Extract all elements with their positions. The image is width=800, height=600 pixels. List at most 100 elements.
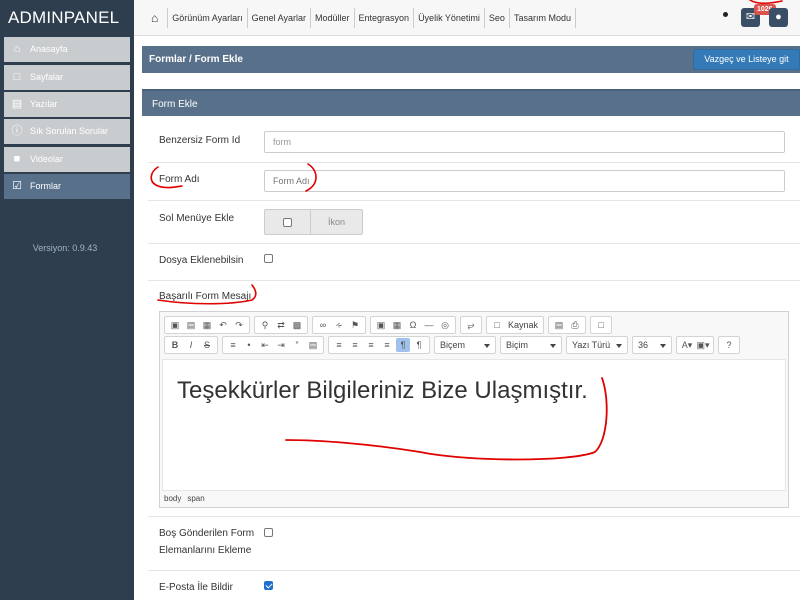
sidebar-item-label: Sık Sorulan Sorular: [30, 126, 109, 136]
editor-content-text: Teşekkürler Bilgileriniz Bize Ulaşmıştır…: [177, 377, 588, 404]
row-divider: [148, 516, 800, 517]
side-menu-checkbox-wrap: [265, 210, 311, 234]
brand-logo[interactable]: ADMINPANEL: [0, 0, 134, 61]
file-upload-checkbox[interactable]: [264, 254, 273, 263]
path-body[interactable]: body: [164, 494, 181, 503]
paste-word-icon[interactable]: ▦: [200, 318, 214, 332]
basic-styles-group: B I S: [164, 336, 218, 354]
home-icon: ⌂: [13, 43, 21, 55]
row-divider: [148, 570, 800, 571]
image-icon[interactable]: ▣: [374, 318, 388, 332]
path-span[interactable]: span: [187, 494, 204, 503]
sidebar-item-faq[interactable]: ⓘ Sık Sorulan Sorular: [4, 119, 130, 144]
print-icon[interactable]: ⎙: [568, 318, 582, 332]
file-upload-label: Dosya Eklenebilsin: [159, 255, 244, 266]
numbered-list-icon[interactable]: ≡: [226, 338, 240, 352]
horizontal-line-icon[interactable]: —: [422, 318, 436, 332]
text-color-icon[interactable]: A▾: [680, 338, 694, 352]
paste-icon[interactable]: ▣: [168, 318, 182, 332]
replace-icon[interactable]: ⇄: [274, 318, 288, 332]
preview-icon[interactable]: ▤: [552, 318, 566, 332]
sidebar-item-label: Videolar: [30, 154, 63, 164]
help-icon[interactable]: ?: [722, 338, 736, 352]
cancel-button[interactable]: Vazgeç ve Listeye git: [693, 49, 800, 70]
sidebar-item-label: Yazılar: [30, 99, 58, 109]
find-icon[interactable]: ⚲: [258, 318, 272, 332]
paste-text-icon[interactable]: ▤: [184, 318, 198, 332]
outdent-icon[interactable]: ⇤: [258, 338, 272, 352]
checkbox-icon: ☑: [12, 180, 22, 192]
select-all-icon[interactable]: ▩: [290, 318, 304, 332]
blockquote-icon[interactable]: ”: [290, 338, 304, 352]
sidebar-item-posts[interactable]: ▤ Yazılar: [4, 92, 130, 117]
nav-item-modules[interactable]: Modüller: [311, 8, 355, 28]
nav-item-seo[interactable]: Seo: [485, 8, 510, 28]
font-select[interactable]: Yazı Türü: [566, 336, 628, 354]
status-dot: [723, 12, 728, 17]
source-button[interactable]: Kaynak: [505, 320, 541, 330]
row-divider: [148, 280, 800, 281]
file-icon: □: [13, 71, 21, 83]
empty-elements-checkbox[interactable]: [264, 528, 273, 537]
templates-icon[interactable]: □: [594, 318, 608, 332]
doc-group: ▤ ⎙: [548, 316, 587, 334]
form-name-input[interactable]: [264, 170, 785, 192]
unlink-icon[interactable]: ∻: [332, 318, 346, 332]
sidebar-item-label: Sayfalar: [30, 72, 64, 82]
align-center-icon[interactable]: ≡: [348, 338, 362, 352]
format-select[interactable]: Biçem: [434, 336, 496, 354]
top-navbar: ADMINPANEL ⌂ Görünüm Ayarları Genel Ayar…: [0, 0, 800, 61]
style-select[interactable]: Biçim: [500, 336, 562, 354]
sidebar-item-label: Anasayfa: [30, 44, 68, 54]
redo-icon[interactable]: ↷: [232, 318, 246, 332]
bulleted-list-icon[interactable]: •: [242, 338, 256, 352]
nav-item-design-mode[interactable]: Tasarım Modu: [510, 8, 576, 28]
editor-toolbar-row-1: ▣ ▤ ▦ ↶ ↷ ⚲ ⇄ ▩ ∞ ∻ ⚑ ▣ ▦ Ω — ◎ ⥂ □ Kayn…: [164, 316, 616, 334]
sidebar-item-pages[interactable]: □ Sayfalar: [4, 65, 130, 90]
home-icon[interactable]: ⌂: [142, 8, 169, 28]
sidebar-item-forms[interactable]: ☑ Formlar: [4, 174, 130, 199]
element-path: body span: [164, 494, 211, 503]
nav-item-integration[interactable]: Entegrasyon: [355, 8, 415, 28]
maximize-icon[interactable]: ⥂: [464, 318, 478, 332]
editor-content-area[interactable]: Teşekkürler Bilgileriniz Bize Ulaşmıştır…: [162, 359, 786, 491]
ltr-icon[interactable]: ¶: [396, 338, 410, 352]
nav-item-general-settings[interactable]: Genel Ayarlar: [248, 8, 311, 28]
link-icon[interactable]: ∞: [316, 318, 330, 332]
indent-icon[interactable]: ⇥: [274, 338, 288, 352]
anchor-icon[interactable]: ⚑: [348, 318, 362, 332]
table-icon[interactable]: ▦: [390, 318, 404, 332]
find-group: ⚲ ⇄ ▩: [254, 316, 308, 334]
strike-icon[interactable]: S: [200, 338, 214, 352]
source-icon[interactable]: □: [490, 318, 504, 332]
side-menu-label: Sol Menüye Ekle: [159, 213, 235, 224]
email-notify-checkbox[interactable]: [264, 581, 273, 590]
icon-picker[interactable]: İkon: [311, 210, 362, 234]
sidebar-item-home[interactable]: ⌂ Anasayfa: [4, 37, 130, 62]
side-menu-control: İkon: [264, 209, 363, 235]
form-name-label: Form Adı: [159, 174, 200, 185]
sidebar-item-videos[interactable]: ■ Videolar: [4, 147, 130, 172]
source-group: □ Kaynak: [486, 316, 545, 334]
iframe-icon[interactable]: ◎: [438, 318, 452, 332]
font-size-select[interactable]: 36: [632, 336, 672, 354]
rtl-icon[interactable]: ¶: [412, 338, 426, 352]
bg-color-icon[interactable]: ▣▾: [696, 338, 710, 352]
clipboard-group: ▣ ▤ ▦ ↶ ↷: [164, 316, 250, 334]
user-icon[interactable]: ●: [769, 8, 788, 27]
special-char-icon[interactable]: Ω: [406, 318, 420, 332]
panel-title: Form Ekle: [142, 89, 800, 116]
nav-item-appearance[interactable]: Görünüm Ayarları: [168, 8, 248, 28]
document-icon: ▤: [11, 98, 23, 110]
italic-icon[interactable]: I: [184, 338, 198, 352]
undo-icon[interactable]: ↶: [216, 318, 230, 332]
sidebar: ⌂ Anasayfa □ Sayfalar ▤ Yazılar ⓘ Sık Sorula…: [0, 36, 134, 600]
align-justify-icon[interactable]: ≡: [380, 338, 394, 352]
div-icon[interactable]: ▤: [306, 338, 320, 352]
unique-id-input[interactable]: [264, 131, 785, 153]
nav-item-membership[interactable]: Üyelik Yönetimi: [414, 8, 485, 28]
align-left-icon[interactable]: ≡: [332, 338, 346, 352]
side-menu-checkbox[interactable]: [283, 218, 292, 227]
align-right-icon[interactable]: ≡: [364, 338, 378, 352]
bold-icon[interactable]: B: [168, 338, 182, 352]
